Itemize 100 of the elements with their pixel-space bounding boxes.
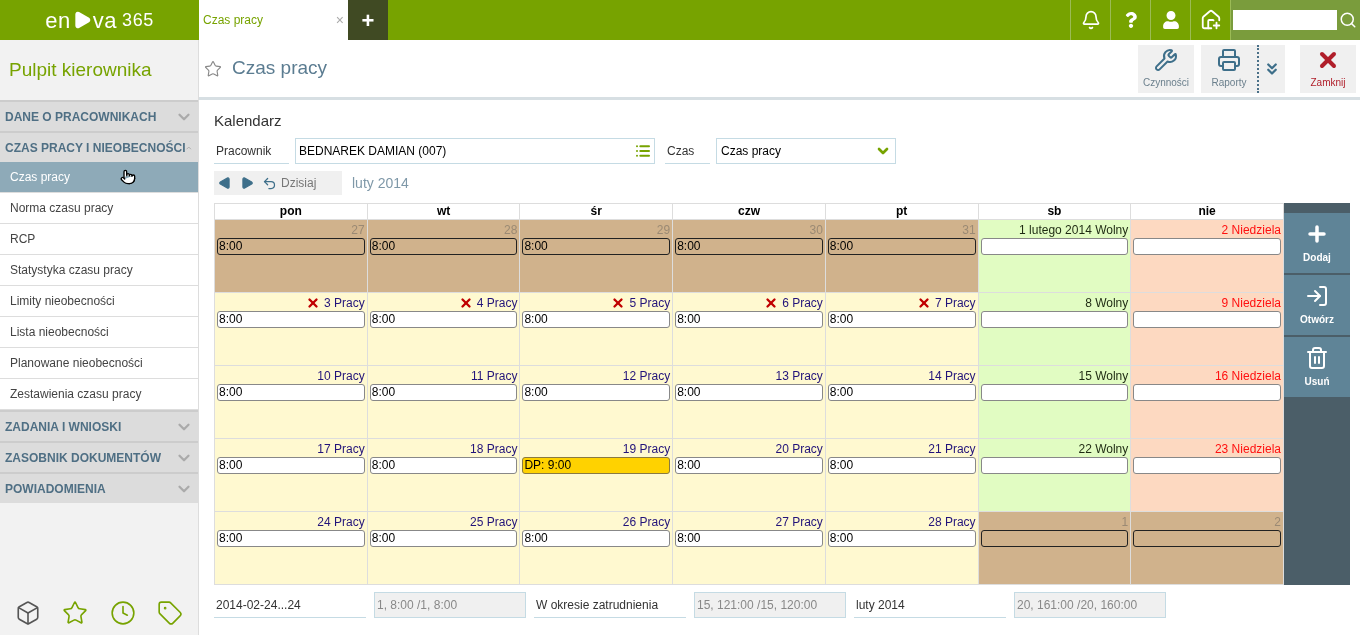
- day-entry[interactable]: 8:00: [675, 311, 823, 328]
- day-entry[interactable]: [1133, 530, 1281, 547]
- day-entry[interactable]: 8:00: [827, 311, 976, 328]
- calendar-day[interactable]: 6 Pracy 8:00: [673, 293, 826, 366]
- day-entry[interactable]: [980, 530, 1129, 547]
- list-icon[interactable]: [635, 143, 651, 159]
- next-button[interactable]: [240, 176, 254, 190]
- calendar-day[interactable]: 18 Pracy 8:00: [367, 439, 521, 512]
- tools-button[interactable]: Czynności: [1138, 44, 1194, 93]
- day-entry[interactable]: 8:00: [827, 238, 976, 255]
- clock-icon[interactable]: [109, 599, 136, 626]
- day-entry[interactable]: 8:00: [369, 457, 518, 474]
- day-entry[interactable]: [980, 238, 1129, 255]
- search-icon[interactable]: [1339, 11, 1357, 29]
- sidebar-section[interactable]: ZASOBNIK DOKUMENTÓW: [0, 441, 198, 472]
- info-field[interactable]: luty 2014: [854, 592, 1006, 618]
- employee-field[interactable]: BEDNAREK DAMIAN (007): [295, 138, 655, 164]
- day-entry[interactable]: [1133, 384, 1281, 401]
- sidebar-section[interactable]: ZADANIA I WNIOSKI: [0, 410, 198, 441]
- sidebar-item[interactable]: Zestawienia czasu pracy: [0, 379, 198, 410]
- previous-button[interactable]: [218, 176, 232, 190]
- day-label: 4 Pracy: [476, 294, 518, 312]
- day-entry[interactable]: 8:00: [217, 238, 365, 255]
- day-entry[interactable]: [980, 457, 1129, 474]
- day-entry[interactable]: 8:00: [369, 238, 518, 255]
- calendar-day[interactable]: 20 Pracy 8:00: [673, 439, 826, 512]
- day-entry[interactable]: 8:00: [522, 530, 671, 547]
- calendar-day[interactable]: 25 Pracy 8:00: [367, 512, 521, 585]
- day-entry[interactable]: [1133, 238, 1281, 255]
- day-entry[interactable]: 8:00: [217, 384, 365, 401]
- sidebar-item[interactable]: Limity nieobecności: [0, 286, 198, 317]
- sidebar-section[interactable]: DANE O PRACOWNIKACH: [0, 100, 198, 131]
- calendar-day[interactable]: 26 Pracy 8:00: [520, 512, 674, 585]
- sidebar-section[interactable]: POWIADOMIENIA: [0, 472, 198, 503]
- day-entry[interactable]: [1133, 457, 1281, 474]
- day-entry[interactable]: 8:00: [827, 530, 976, 547]
- day-entry[interactable]: 8:00: [827, 457, 976, 474]
- sidebar-section[interactable]: CZAS PRACY I NIEOBECNOŚCI: [0, 131, 198, 162]
- day-entry[interactable]: 8:00: [675, 384, 823, 401]
- day-label: 14 Pracy: [928, 367, 976, 385]
- day-entry[interactable]: 8:00: [522, 311, 671, 328]
- day-entry[interactable]: 8:00: [522, 384, 671, 401]
- calendar-day[interactable]: 17 Pracy 8:00: [215, 439, 368, 512]
- calendar-day[interactable]: 5 Pracy 8:00: [520, 293, 674, 366]
- calendar-day[interactable]: 3 Pracy 8:00: [215, 293, 368, 366]
- open-button[interactable]: Otwórz: [1284, 275, 1350, 335]
- more-button[interactable]: [1257, 44, 1285, 93]
- calendar-day[interactable]: 15 Wolny: [978, 366, 1132, 439]
- info-field[interactable]: 2014-02-24...24: [214, 592, 366, 618]
- calendar-day[interactable]: 10 Pracy 8:00: [215, 366, 368, 439]
- day-label: 25 Pracy: [470, 513, 518, 531]
- box-icon[interactable]: [14, 599, 41, 626]
- time-dropdown[interactable]: Czas pracy: [716, 138, 896, 164]
- delete-button[interactable]: Usuń: [1284, 337, 1350, 397]
- sidebar-item[interactable]: Lista nieobecności: [0, 317, 198, 348]
- new-tab-button[interactable]: +: [348, 0, 388, 40]
- tag-icon[interactable]: [157, 599, 184, 626]
- favorite-icon[interactable]: [204, 59, 222, 78]
- day-entry[interactable]: 8:00: [827, 384, 976, 401]
- calendar-day[interactable]: 7 Pracy 8:00: [825, 293, 979, 366]
- sidebar-item[interactable]: RCP: [0, 224, 198, 255]
- day-entry[interactable]: 8:00: [217, 311, 365, 328]
- search-field[interactable]: [1230, 0, 1360, 40]
- info-field[interactable]: W okresie zatrudnienia: [534, 592, 686, 618]
- calendar-day[interactable]: 28 Pracy 8:00: [825, 512, 979, 585]
- day-entry[interactable]: [980, 311, 1129, 328]
- sidebar-item[interactable]: Norma czasu pracy: [0, 193, 198, 224]
- day-entry[interactable]: 8:00: [675, 457, 823, 474]
- star-icon[interactable]: [62, 599, 89, 626]
- day-entry[interactable]: 8:00: [217, 457, 365, 474]
- calendar-day[interactable]: 8 Wolny: [978, 293, 1132, 366]
- day-entry[interactable]: [980, 384, 1129, 401]
- add-button[interactable]: Dodaj: [1284, 213, 1350, 273]
- day-entry[interactable]: 8:00: [675, 530, 823, 547]
- calendar-day[interactable]: 4 Pracy 8:00: [367, 293, 521, 366]
- day-entry[interactable]: 8:00: [369, 530, 518, 547]
- close-button[interactable]: Zamknij: [1300, 44, 1356, 93]
- day-entry[interactable]: DP: 9:00: [522, 457, 671, 474]
- sidebar-item[interactable]: Statystyka czasu pracy: [0, 255, 198, 286]
- calendar-day[interactable]: 22 Wolny: [978, 439, 1132, 512]
- day-entry[interactable]: 8:00: [369, 311, 518, 328]
- calendar-day[interactable]: 1 lutego 2014 Wolny: [978, 220, 1132, 293]
- calendar-day[interactable]: 11 Pracy 8:00: [367, 366, 521, 439]
- sidebar-item[interactable]: Planowane nieobecności: [0, 348, 198, 379]
- absence-icon: [458, 295, 473, 310]
- day-entry[interactable]: [1133, 311, 1281, 328]
- calendar-day[interactable]: 12 Pracy 8:00: [520, 366, 674, 439]
- calendar-day[interactable]: 24 Pracy 8:00: [215, 512, 368, 585]
- calendar-day[interactable]: 21 Pracy 8:00: [825, 439, 979, 512]
- day-entry[interactable]: 8:00: [217, 530, 365, 547]
- calendar-day[interactable]: 14 Pracy 8:00: [825, 366, 979, 439]
- day-label: 6 Pracy: [782, 294, 823, 312]
- calendar-day[interactable]: 19 Pracy DP: 9:00: [520, 439, 674, 512]
- calendar-day[interactable]: 13 Pracy 8:00: [673, 366, 826, 439]
- day-entry[interactable]: 8:00: [369, 384, 518, 401]
- day-entry[interactable]: 8:00: [522, 238, 671, 255]
- calendar-day[interactable]: 27 Pracy 8:00: [673, 512, 826, 585]
- enter-icon: [1305, 283, 1329, 308]
- print-button[interactable]: Raporty: [1201, 44, 1257, 93]
- day-entry[interactable]: 8:00: [675, 238, 823, 255]
